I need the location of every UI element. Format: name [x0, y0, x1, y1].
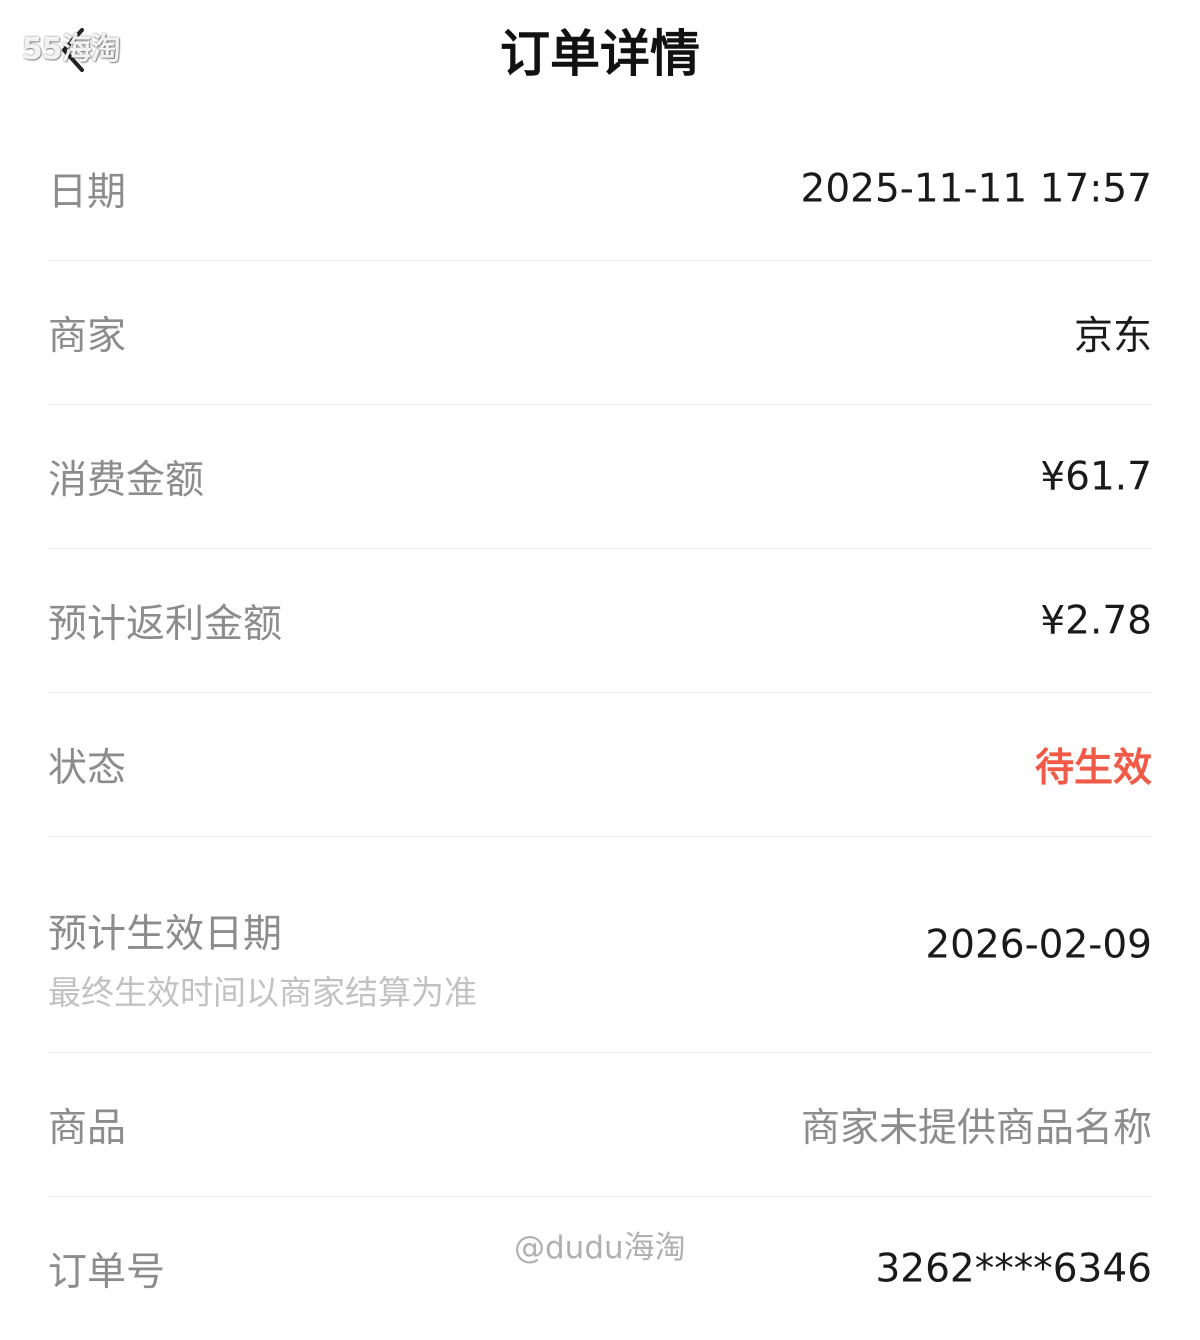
effective-date-note: 最终生效时间以商家结算为准 — [48, 973, 477, 1012]
watermark-author: @dudu海淘 — [514, 1230, 686, 1266]
row-rebate: 预计返利金额 ¥2.78 — [48, 549, 1152, 693]
effective-date-label: 预计生效日期 — [48, 912, 283, 957]
merchant-value: 京东 — [1073, 313, 1152, 359]
order-number-label: 订单号 — [48, 1249, 166, 1295]
effective-date-value: 2026-02-09 — [925, 922, 1152, 967]
status-badge: 待生效 — [1034, 745, 1152, 791]
order-number-value: 3262****6346 — [875, 1246, 1152, 1291]
amount-label: 消费金额 — [48, 457, 205, 503]
row-date: 日期 2025-11-11 17:57 — [48, 117, 1152, 261]
date-value: 2025-11-11 17:57 — [800, 166, 1152, 211]
row-order-number: 订单号 3262****6346 — [48, 1197, 1152, 1340]
product-value: 商家未提供商品名称 — [800, 1105, 1152, 1151]
rebate-value: ¥2.78 — [1040, 598, 1152, 643]
nav-bar: 55海淘 订单详情 — [0, 0, 1200, 110]
status-label: 状态 — [48, 745, 127, 791]
row-effective-date: 预计生效日期 最终生效时间以商家结算为准 2026-02-09 — [48, 837, 1152, 1053]
row-status: 状态 待生效 — [48, 693, 1152, 837]
page-title: 订单详情 — [500, 25, 700, 83]
row-merchant: 商家 京东 — [48, 261, 1152, 405]
merchant-label: 商家 — [48, 313, 127, 359]
row-amount: 消费金额 ¥61.7 — [48, 405, 1152, 549]
order-detail-list: 日期 2025-11-11 17:57 商家 京东 消费金额 ¥61.7 预计返… — [48, 117, 1152, 1340]
row-product: 商品 商家未提供商品名称 — [48, 1053, 1152, 1197]
effective-date-label-group: 预计生效日期 最终生效时间以商家结算为准 — [48, 909, 477, 1019]
date-label: 日期 — [48, 169, 127, 215]
rebate-label: 预计返利金额 — [48, 601, 283, 647]
product-label: 商品 — [48, 1105, 127, 1151]
amount-value: ¥61.7 — [1040, 454, 1152, 499]
